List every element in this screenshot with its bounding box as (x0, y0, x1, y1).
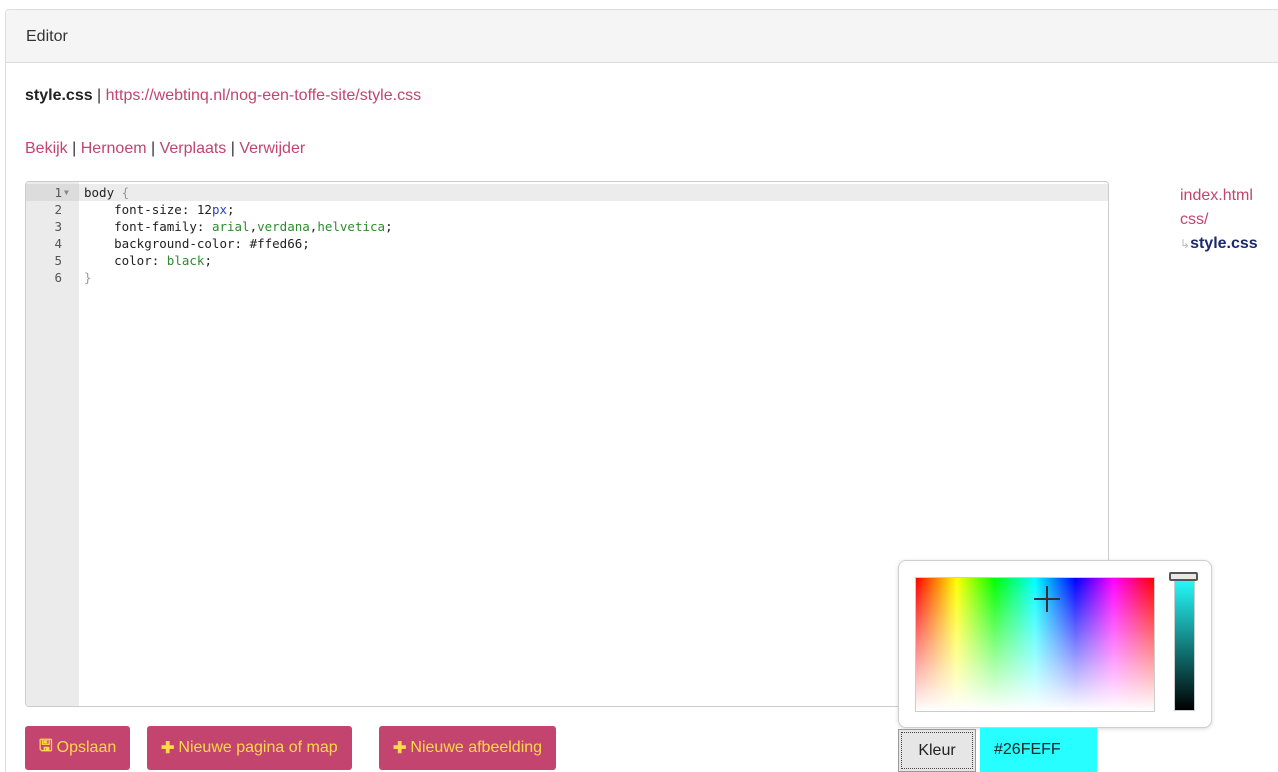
code-token: arial (211, 219, 250, 234)
panel-heading: Editor (6, 10, 1278, 63)
line-number: 6 (54, 270, 62, 285)
color-picker-popup (898, 560, 1212, 728)
file-separator: | (92, 87, 106, 104)
code-line: 3 font-family: arial,verdana,helvetica; (26, 218, 1108, 235)
floppy-icon: 🖫 (39, 737, 53, 755)
code-line: 5 color: black; (26, 252, 1108, 269)
new-image-button-label: Nieuwe afbeelding (410, 739, 543, 756)
new-page-button-label: Nieuwe pagina of map (178, 739, 338, 756)
save-button-label: Opslaan (56, 739, 117, 756)
code-text: } (84, 269, 92, 286)
code-token: font-family: (84, 219, 212, 234)
line-number: 1 (54, 185, 62, 200)
code-token: ; (385, 219, 393, 234)
code-text: background-color: #ffed66; (84, 235, 310, 252)
slider-handle[interactable] (1169, 572, 1198, 581)
new-image-button[interactable]: ✚ Nieuwe afbeelding (379, 726, 557, 770)
panel-title: Editor (26, 28, 68, 45)
crosshair-icon[interactable] (1034, 586, 1060, 612)
branch-icon: ↳ (1180, 237, 1191, 251)
plus-icon: ✚ (161, 740, 175, 757)
code-token: , (249, 219, 258, 234)
code-line: 2 font-size: 12px; (26, 201, 1108, 218)
line-number: 2 (54, 202, 62, 217)
code-token: black (166, 253, 205, 268)
code-token: font-size: 12 (84, 202, 212, 217)
line-number: 4 (54, 236, 62, 251)
code-token: { (121, 185, 130, 200)
fold-arrow-icon[interactable]: ▼ (64, 184, 69, 201)
new-page-button[interactable]: ✚ Nieuwe pagina of map (147, 726, 352, 770)
code-token: px (211, 202, 227, 217)
file-info: style.css | https://webtinq.nl/nog-een-t… (25, 87, 421, 105)
code-line: 1 ▼ body { (26, 184, 1108, 201)
line-number: 3 (54, 219, 62, 234)
code-text: font-family: arial,verdana,helvetica; (84, 218, 393, 235)
tree-item-index[interactable]: index.html (1180, 187, 1253, 204)
code-token: color: (84, 253, 167, 268)
brightness-slider[interactable] (1174, 577, 1195, 711)
code-line: 4 background-color: #ffed66; (26, 235, 1108, 252)
plus-icon: ✚ (393, 740, 407, 757)
tree-item-current-file: style.css (1190, 235, 1258, 252)
code-token: verdana (257, 219, 310, 234)
code-text: body { (84, 184, 129, 201)
color-spectrum[interactable] (915, 577, 1155, 712)
rename-link[interactable]: Hernoem (81, 140, 147, 157)
code-token: ; (204, 253, 212, 268)
code-token: body (84, 185, 122, 200)
code-text: color: black; (84, 252, 212, 269)
code-token: background-color: #ffed66; (84, 236, 310, 251)
move-link[interactable]: Verplaats (160, 140, 227, 157)
code-text: font-size: 12px; (84, 201, 235, 218)
delete-link[interactable]: Verwijder (239, 140, 305, 157)
tree-item-css-folder[interactable]: css/ (1180, 211, 1208, 228)
file-url-link[interactable]: https://webtinq.nl/nog-een-toffe-site/st… (106, 87, 421, 104)
file-name: style.css (25, 87, 93, 104)
save-button[interactable]: 🖫 Opslaan (25, 726, 131, 770)
code-token: } (84, 270, 92, 285)
file-actions: Bekijk | Hernoem | Verplaats | Verwijder (25, 140, 306, 157)
code-token: helvetica (317, 219, 386, 234)
color-value-input[interactable] (980, 728, 1097, 772)
view-link[interactable]: Bekijk (25, 140, 68, 157)
color-button[interactable]: Kleur (898, 729, 976, 772)
file-tree: index.html css/ ↳style.css (1180, 184, 1258, 256)
code-token: ; (227, 202, 235, 217)
line-number: 5 (54, 253, 62, 268)
code-line: 6} (26, 269, 1108, 286)
